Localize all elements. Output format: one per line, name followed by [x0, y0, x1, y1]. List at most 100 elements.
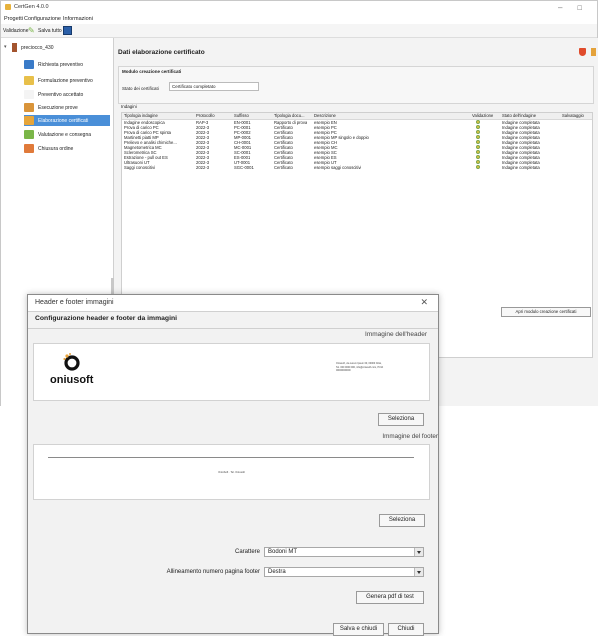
footer-image-label: Immagine del footer	[382, 433, 438, 440]
footer-image-preview: OnioSoft · Tel. Oniusoft	[33, 444, 430, 500]
font-label: Carattere	[234, 549, 260, 555]
dialog-title-bar: Header e footer immagini ✕	[28, 295, 438, 312]
validation-status-icon	[476, 160, 480, 164]
select-header-button[interactable]: Seleziona	[378, 413, 424, 426]
menu-bar: Progetti Configurazione Informazioni	[1, 15, 597, 24]
tree-item-label: Valutazione e consegna	[38, 132, 92, 138]
close-button[interactable]: Chiudi	[388, 623, 424, 636]
column-header[interactable]: Suffisso	[234, 113, 249, 118]
section-title: Modulo creazione certificati	[122, 69, 182, 74]
stage-icon	[24, 103, 34, 112]
validation-status-icon	[476, 140, 480, 144]
page-number-align-label: Allineamento numero pagina footer	[166, 569, 260, 575]
table-header: Tipologia indagine Protocollo Suffisso Tipo…	[122, 113, 592, 120]
footer-text: OnioSoft · Tel. Oniusoft	[218, 471, 245, 474]
warning-icon	[591, 48, 596, 56]
logo-text: oniusoft	[50, 374, 94, 386]
tree-item-label: Esecuzione prove	[38, 105, 78, 111]
content-title: Dati elaborazione certificato	[118, 49, 205, 56]
table-cell: Indagine completata	[502, 165, 540, 170]
chevron-down-icon[interactable]	[414, 568, 423, 576]
dialog-title: Header e footer immagini	[35, 299, 114, 306]
validation-status-icon	[476, 155, 480, 159]
menu-configuration[interactable]: Configurazione	[24, 16, 61, 22]
save-and-close-button[interactable]: Salva e chiudi	[333, 623, 384, 636]
validation-label[interactable]: Validazione	[3, 28, 28, 34]
app-icon	[5, 4, 11, 10]
validation-status-icon	[476, 145, 480, 149]
status-label: Stato dei certificati	[122, 86, 159, 91]
tree-item[interactable]: Elaborazione certificati	[24, 115, 110, 126]
binder-icon	[12, 43, 17, 52]
dialog-heading: Configurazione header e footer da immagi…	[35, 315, 177, 322]
tree-item[interactable]: Richiesta preventivo	[24, 59, 110, 70]
table-cell: Certificato	[274, 165, 293, 170]
section-title: Indagini	[121, 104, 137, 109]
divider	[28, 328, 438, 329]
certificate-module-section: Modulo creazione certificati Stato dei c…	[118, 66, 594, 104]
minimize-icon[interactable]: –	[558, 3, 562, 12]
validation-status-icon	[476, 165, 480, 169]
column-header[interactable]: Salvataggio	[562, 113, 584, 118]
column-header[interactable]: Protocollo	[196, 113, 215, 118]
menu-information[interactable]: Informazioni	[63, 16, 93, 22]
stage-icon	[24, 60, 34, 69]
header-footer-dialog: Header e footer immagini ✕ Configurazion…	[27, 294, 439, 636]
expand-arrow-icon[interactable]: ▾	[4, 44, 7, 50]
status-field[interactable]: Certificato completato	[169, 82, 259, 91]
validation-status-icon	[476, 120, 480, 124]
menu-projects[interactable]: Progetti	[4, 16, 23, 22]
stage-icon	[24, 144, 34, 153]
tree-item-label: Chiusura ordine	[38, 146, 74, 152]
tree-root-label: preciocco_430	[21, 45, 54, 51]
header-image-label: Immagine dell'header	[365, 331, 427, 338]
table-row[interactable]: Saggi conoscitivi 2022-3 SGC-0001 Certifica…	[122, 165, 592, 170]
validation-status-icon	[476, 125, 480, 129]
shield-icon	[579, 48, 586, 56]
column-header[interactable]: Descrizione	[314, 113, 336, 118]
column-header[interactable]: Validazione	[472, 113, 493, 118]
column-header[interactable]: Stato dell'indagine	[502, 113, 536, 118]
header-address-text: Oniusoft, via Lorem Ipsum 00, 00000 Citt…	[336, 362, 383, 373]
validation-status-icon	[476, 135, 480, 139]
align-select-value: Destra	[268, 569, 286, 575]
validation-status-icon	[476, 130, 480, 134]
tree-item-label: Richiesta preventivo	[38, 62, 84, 68]
tree-item-label: Elaborazione certificati	[38, 118, 89, 124]
validation-status-icon	[476, 150, 480, 154]
wand-icon[interactable]: ✎	[28, 26, 35, 35]
table-cell: 2022-3	[196, 165, 210, 170]
stage-icon	[24, 90, 34, 99]
table-cell: esempio saggi conoscitivi	[314, 165, 362, 170]
tree-item[interactable]: Valutazione e consegna	[24, 129, 110, 140]
stage-icon	[24, 116, 34, 125]
column-header[interactable]: Tipologia docu...	[274, 113, 305, 118]
stage-icon	[24, 130, 34, 139]
toolbar: Validazione ✎ Salva tutto	[1, 24, 597, 38]
tree-item[interactable]: Preventivo accettato	[24, 89, 110, 100]
font-select-value: Bodoni MT	[268, 549, 298, 555]
save-icon[interactable]	[63, 26, 72, 35]
tree-item[interactable]: Esecuzione prove	[24, 102, 110, 113]
tree-item[interactable]: Chiusura ordine	[24, 143, 110, 154]
stage-icon	[24, 76, 34, 85]
tree-item[interactable]: Formulazione preventivo	[24, 75, 110, 86]
font-select[interactable]: Bodoni MT	[264, 547, 424, 557]
header-image-preview: oniusoft Oniusoft, via Lorem Ipsum 00, 0…	[33, 343, 430, 401]
chevron-down-icon[interactable]	[414, 548, 423, 556]
generate-test-pdf-button[interactable]: Genera pdf di test	[356, 591, 424, 604]
oniusoft-logo-icon	[63, 353, 80, 371]
footer-rule	[48, 457, 414, 458]
select-footer-button[interactable]: Seleziona	[379, 514, 425, 527]
window-title: CertGen 4.0.0	[14, 4, 49, 10]
page-number-align-select[interactable]: Destra	[264, 567, 424, 577]
close-icon[interactable]: ✕	[420, 297, 428, 308]
open-module-button[interactable]: Apri modulo creazione certificati	[501, 307, 591, 317]
tree-item-label: Preventivo accettato	[38, 92, 84, 98]
save-all-label[interactable]: Salva tutto	[38, 28, 62, 34]
maximize-icon[interactable]: ☐	[577, 5, 582, 12]
table-cell: Saggi conoscitivi	[124, 165, 156, 170]
table-cell: SGC-0001	[234, 165, 254, 170]
tree-item-label: Formulazione preventivo	[38, 78, 93, 84]
column-header[interactable]: Tipologia indagine	[124, 113, 158, 118]
